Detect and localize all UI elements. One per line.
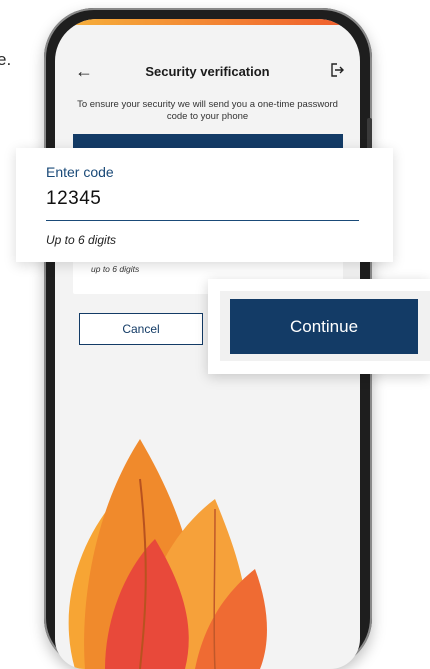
- logout-icon[interactable]: [330, 63, 344, 77]
- top-accent-bar: [55, 19, 360, 25]
- code-input-label: Enter code: [46, 164, 114, 180]
- app-header: ← Security verification: [55, 61, 360, 89]
- page-title: Security verification: [145, 64, 270, 79]
- code-input-helper: Up to 6 digits: [46, 233, 117, 247]
- card-hint-text: up to 6 digits: [91, 264, 140, 274]
- continue-button[interactable]: Continue: [230, 299, 418, 354]
- cancel-button[interactable]: Cancel: [79, 313, 203, 345]
- flame-illustration: [68, 439, 267, 669]
- instruction-text: To ensure your security we will send you…: [77, 99, 338, 122]
- code-input-card: Enter code Up to 6 digits: [16, 148, 393, 262]
- code-input[interactable]: [46, 188, 356, 210]
- input-underline: [46, 220, 359, 221]
- continue-card: Continue: [208, 279, 430, 374]
- background-cut-text: e.: [0, 50, 12, 69]
